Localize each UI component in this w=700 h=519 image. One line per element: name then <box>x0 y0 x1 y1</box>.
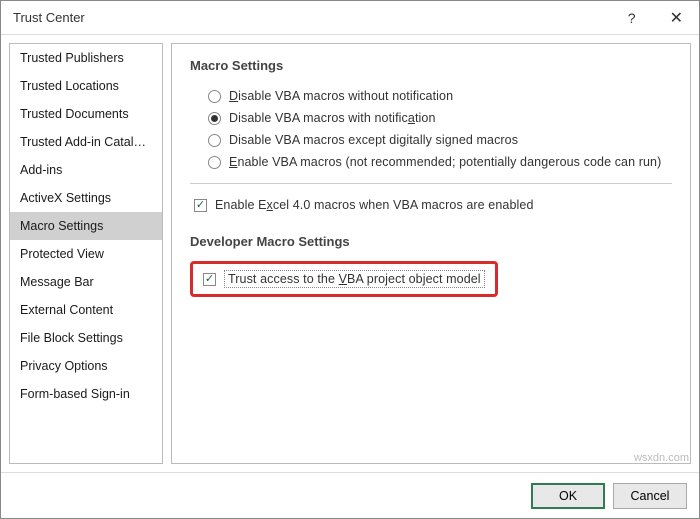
radio-icon <box>208 134 221 147</box>
radio-disable-with-notification[interactable]: Disable VBA macros with notification <box>208 107 672 129</box>
titlebar: Trust Center ? ✕ <box>1 1 699 35</box>
sidebar-item-message-bar[interactable]: Message Bar <box>10 268 162 296</box>
dialog-body: Trusted Publishers Trusted Locations Tru… <box>1 35 699 472</box>
sidebar-item-trusted-publishers[interactable]: Trusted Publishers <box>10 44 162 72</box>
radio-enable-all[interactable]: Enable VBA macros (not recommended; pote… <box>208 151 672 173</box>
radio-disable-without-notification[interactable]: Disable VBA macros without notification <box>208 85 672 107</box>
dialog-footer: OK Cancel <box>1 472 699 518</box>
trust-vba-highlight: ✓ Trust access to the VBA project object… <box>190 261 498 297</box>
radio-label: Disable VBA macros with notification <box>229 111 436 125</box>
sidebar-item-trusted-locations[interactable]: Trusted Locations <box>10 72 162 100</box>
ok-button[interactable]: OK <box>531 483 605 509</box>
checkbox-label: Trust access to the VBA project object m… <box>224 270 485 288</box>
sidebar-item-macro-settings[interactable]: Macro Settings <box>10 212 162 240</box>
sidebar-item-trusted-documents[interactable]: Trusted Documents <box>10 100 162 128</box>
checkbox-icon: ✓ <box>203 273 216 286</box>
radio-disable-except-signed[interactable]: Disable VBA macros except digitally sign… <box>208 129 672 151</box>
checkbox-enable-excel4[interactable]: ✓ Enable Excel 4.0 macros when VBA macro… <box>194 194 672 216</box>
checkbox-trust-vba[interactable]: ✓ Trust access to the VBA project object… <box>203 270 485 288</box>
sidebar-item-protected-view[interactable]: Protected View <box>10 240 162 268</box>
cancel-button[interactable]: Cancel <box>613 483 687 509</box>
macro-radio-group: Disable VBA macros without notification … <box>190 85 672 173</box>
sidebar-item-external-content[interactable]: External Content <box>10 296 162 324</box>
close-icon[interactable]: ✕ <box>662 4 691 32</box>
sidebar-item-file-block-settings[interactable]: File Block Settings <box>10 324 162 352</box>
sidebar-item-form-based-signin[interactable]: Form-based Sign-in <box>10 380 162 408</box>
checkbox-icon: ✓ <box>194 199 207 212</box>
sidebar-item-addins[interactable]: Add-ins <box>10 156 162 184</box>
macro-settings-header: Macro Settings <box>190 58 672 73</box>
titlebar-controls: ? ✕ <box>620 4 691 32</box>
trust-center-window: Trust Center ? ✕ Trusted Publishers Trus… <box>0 0 700 519</box>
watermark-text: wsxdn.com <box>634 452 689 464</box>
sidebar-item-privacy-options[interactable]: Privacy Options <box>10 352 162 380</box>
radio-icon <box>208 156 221 169</box>
radio-icon <box>208 90 221 103</box>
settings-panel: Macro Settings Disable VBA macros withou… <box>171 43 691 464</box>
checkbox-label: Enable Excel 4.0 macros when VBA macros … <box>215 198 534 212</box>
radio-label: Disable VBA macros except digitally sign… <box>229 133 518 147</box>
sidebar-item-activex-settings[interactable]: ActiveX Settings <box>10 184 162 212</box>
radio-icon <box>208 112 221 125</box>
radio-label: Enable VBA macros (not recommended; pote… <box>229 155 661 169</box>
radio-label: Disable VBA macros without notification <box>229 89 453 103</box>
window-title: Trust Center <box>13 10 620 25</box>
excel4-group: ✓ Enable Excel 4.0 macros when VBA macro… <box>190 194 672 216</box>
help-icon[interactable]: ? <box>620 6 644 30</box>
category-sidebar: Trusted Publishers Trusted Locations Tru… <box>9 43 163 464</box>
divider <box>190 183 672 184</box>
sidebar-item-trusted-addin-catalogs[interactable]: Trusted Add-in Catalogs <box>10 128 162 156</box>
developer-macro-settings-header: Developer Macro Settings <box>190 234 672 249</box>
